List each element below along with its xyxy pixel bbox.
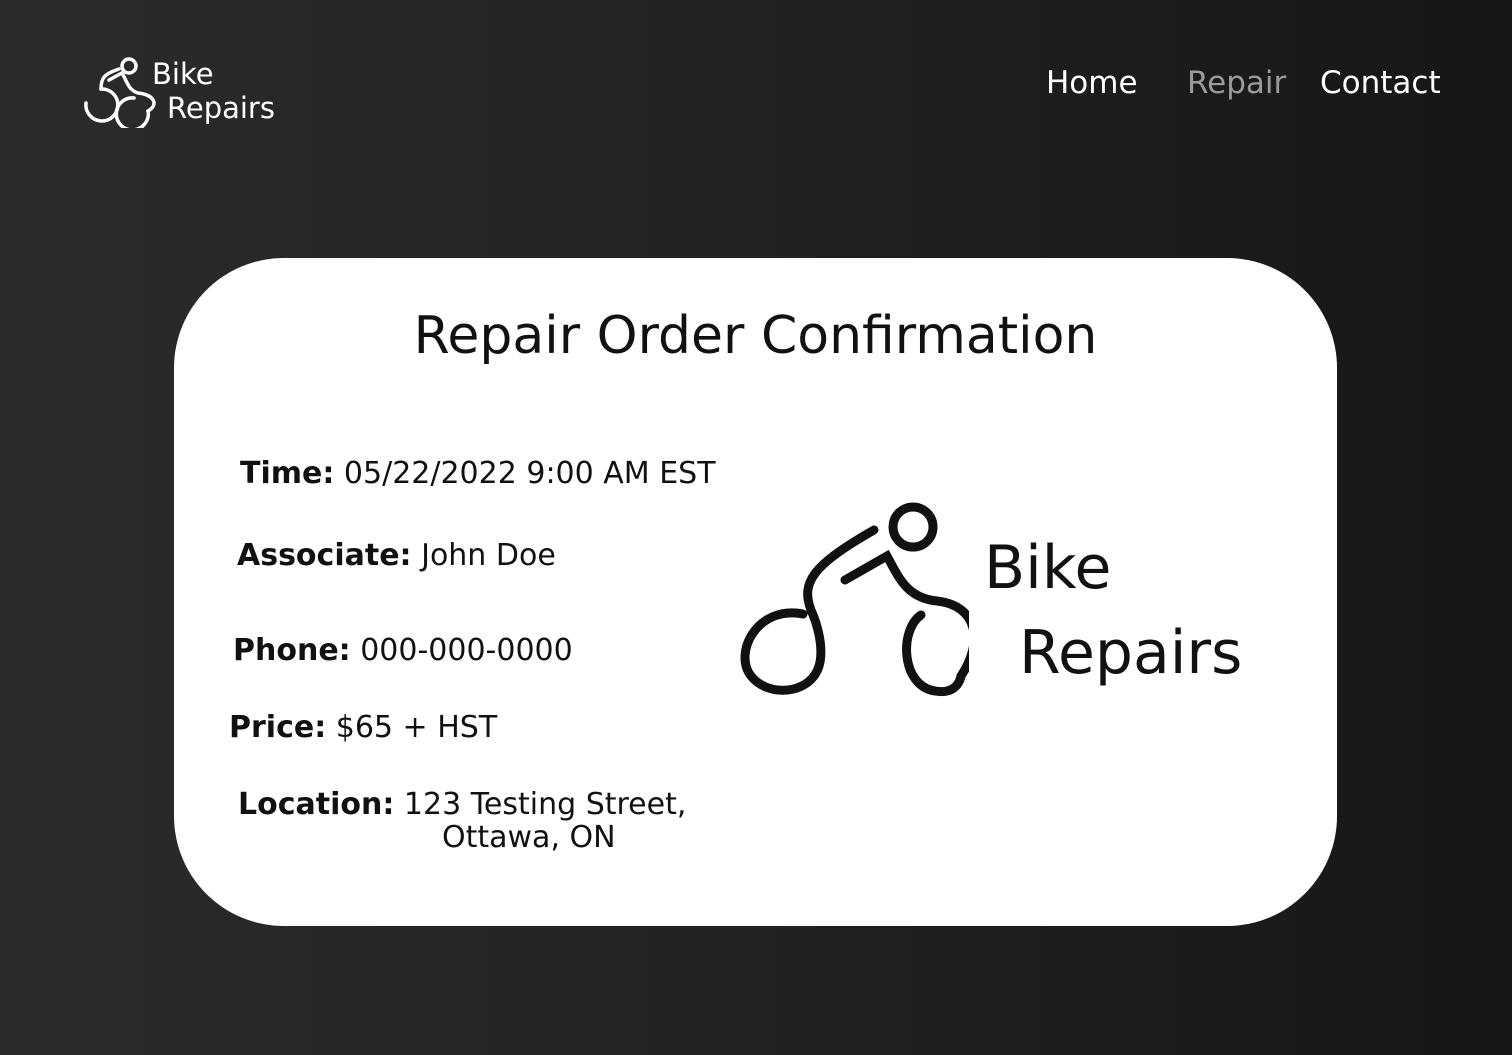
associate-value: John Doe [421, 538, 556, 573]
cyclist-icon [740, 502, 969, 697]
page-title: Repair Order Confirmation [413, 306, 1098, 366]
card-brand-name-line2: Repairs [1019, 618, 1243, 688]
phone-label: Phone: [233, 633, 351, 668]
associate-row: Associate: John Doe [237, 539, 556, 573]
price-label: Price: [229, 710, 327, 745]
time-label: Time: [240, 456, 335, 491]
nav-repair-link[interactable]: Repair [1187, 64, 1286, 104]
nav-home-link[interactable]: Home [1046, 64, 1138, 104]
brand-name-line1: Bike [152, 57, 214, 91]
location-value-line1: 123 Testing Street, [403, 787, 687, 822]
price-value: $65 + HST [335, 710, 498, 745]
location-row: Location: 123 Testing Street, [238, 788, 686, 822]
phone-value: 000-000-0000 [360, 633, 573, 668]
time-row: Time: 05/22/2022 9:00 AM EST [240, 457, 716, 491]
time-value: 05/22/2022 9:00 AM EST [343, 456, 716, 491]
brand-name-line2: Repairs [167, 91, 275, 125]
brand-logo[interactable]: Bike Repairs [64, 56, 304, 136]
cyclist-icon [84, 57, 156, 128]
associate-label: Associate: [237, 538, 412, 573]
phone-row: Phone: 000-000-0000 [233, 634, 573, 668]
location-label: Location: [238, 787, 395, 822]
price-row: Price: $65 + HST [229, 711, 497, 745]
confirmation-card: Repair Order Confirmation Time: 05/22/20… [174, 258, 1337, 926]
nav-contact-link[interactable]: Contact [1320, 64, 1441, 104]
card-brand-logo: Bike Repairs [739, 498, 1299, 708]
location-value-line2: Ottawa, ON [442, 820, 616, 855]
card-brand-name-line1: Bike [984, 533, 1112, 603]
